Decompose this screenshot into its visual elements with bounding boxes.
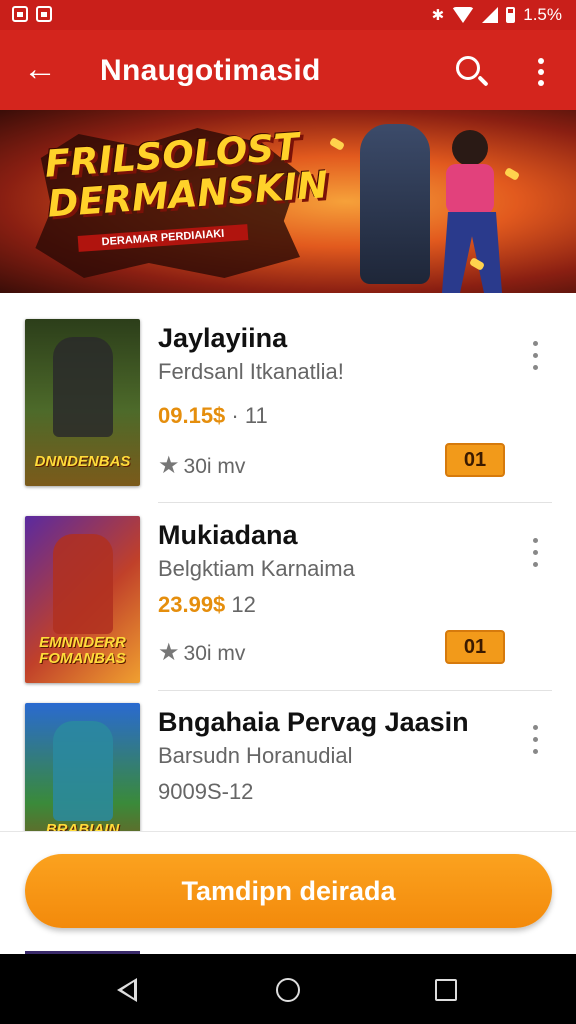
game-list: DNNDENBAS Jaylayiina Ferdsanl Itkanatlia…	[0, 293, 576, 831]
star-icon: ★	[158, 639, 180, 666]
featured-banner[interactable]: FRILSOLOST DERMANSKIN DERAMAR PERDIAIAKI	[0, 110, 576, 293]
battery-icon	[506, 7, 516, 23]
recents-square-icon[interactable]	[435, 979, 457, 1001]
list-item[interactable]: EMNNDERR FOMANBAS Mukiadana Belgktiam Ka…	[0, 490, 576, 691]
game-rating: ★ 30i mv	[158, 639, 246, 666]
game-rating: ★ 30i mv	[158, 452, 246, 479]
get-button[interactable]: 01	[445, 443, 505, 477]
page-title: Nnaugotimasid	[100, 54, 321, 87]
game-thumbnail: EMNNDERR FOMANBAS	[25, 516, 140, 683]
game-subtitle: Ferdsanl Itkanatlia!	[158, 359, 344, 384]
item-more-button[interactable]	[526, 339, 546, 373]
system-nav-bar	[0, 954, 576, 1024]
status-notifications	[12, 6, 52, 22]
game-subtitle: Belgktiam Karnaima	[158, 556, 355, 581]
banner-title: FRILSOLOST DERMANSKIN	[43, 125, 330, 226]
list-item[interactable]: DNNDENBAS Jaylayiina Ferdsanl Itkanatlia…	[0, 293, 576, 503]
game-subtitle: Barsudn Horanudial	[158, 743, 353, 768]
game-title: Jaylayiina	[158, 323, 288, 353]
game-price: 23.99$ 12	[158, 592, 256, 617]
search-button[interactable]	[450, 50, 494, 94]
signal-icon	[482, 7, 499, 23]
item-more-button[interactable]	[526, 723, 546, 757]
item-more-button[interactable]	[526, 536, 546, 570]
more-options-button[interactable]	[526, 52, 556, 92]
banner-robot-character	[360, 124, 430, 284]
status-bar: ✱ 1.5%	[0, 0, 576, 30]
back-triangle-icon[interactable]	[117, 978, 137, 1002]
game-title: Mukiadana	[158, 520, 298, 550]
spark-decoration	[328, 137, 346, 151]
back-button[interactable]: ←	[18, 50, 62, 90]
bluetooth-icon: ✱	[431, 7, 445, 24]
arrow-left-icon: ←	[23, 50, 57, 88]
status-indicators: ✱ 1.5%	[432, 5, 562, 25]
star-icon: ★	[158, 452, 180, 479]
game-title: Bngahaia Pervag Jaasin	[158, 707, 469, 737]
game-price: 09.15$ · 11	[158, 403, 268, 428]
wifi-icon	[452, 7, 475, 23]
notification-icon	[36, 6, 52, 22]
app-bar: ← Nnaugotimasid	[0, 30, 576, 110]
banner-hero-character	[430, 130, 520, 293]
notification-icon	[12, 6, 28, 22]
game-price: 9009S-12	[158, 779, 254, 804]
home-circle-icon[interactable]	[276, 978, 300, 1002]
list-item[interactable]: BRABIAIN EFLNDENS Bngahaia Pervag Jaasin…	[0, 677, 576, 831]
battery-text: 1.5%	[523, 5, 562, 24]
get-button[interactable]: 01	[445, 630, 505, 664]
game-thumbnail: BRABIAIN EFLNDENS	[25, 703, 140, 831]
game-thumbnail: DNNDENBAS	[25, 319, 140, 486]
primary-cta-button[interactable]: Tamdipn deirada	[25, 854, 552, 928]
cta-container: Tamdipn deirada	[0, 831, 576, 955]
